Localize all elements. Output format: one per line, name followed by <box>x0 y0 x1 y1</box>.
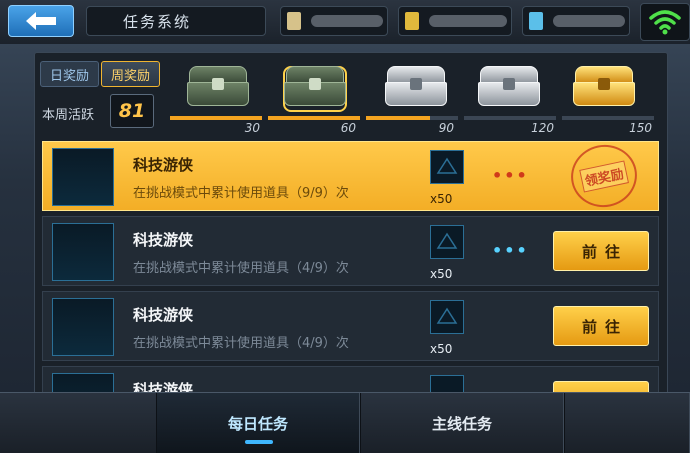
resource-slot-1[interactable] <box>280 6 388 36</box>
go-button[interactable]: 前往 <box>553 306 649 346</box>
chest-30[interactable] <box>183 62 253 112</box>
task-description: 在挑战模式中累计使用道具（4/9）次 <box>133 336 349 351</box>
progress-dots: ••• <box>492 166 529 185</box>
task-name: 科技游侠 <box>133 306 194 324</box>
task-row[interactable]: 科技游侠 前往 <box>42 366 659 394</box>
progress-dots: ••• <box>492 241 529 260</box>
task-description: 在挑战模式中累计使用道具（4/9）次 <box>133 261 349 276</box>
reward-item <box>430 300 464 334</box>
milestone-bar-fill <box>170 116 262 120</box>
task-description: 在挑战模式中累计使用道具（9/9）次 <box>133 186 349 201</box>
task-thumbnail <box>52 373 114 393</box>
task-name: 科技游侠 <box>133 231 194 249</box>
tab-label: 每日任务 <box>227 415 288 433</box>
resource-icon <box>529 12 543 30</box>
milestone-bar-track <box>464 116 556 120</box>
reward-tabs: 日奖励 周奖励 <box>40 61 162 89</box>
task-thumbnail <box>52 298 114 356</box>
resource-value-blurred <box>311 15 383 27</box>
milestone-value: 60 <box>340 121 356 135</box>
bottom-nav: 每日任务 主线任务 <box>0 392 690 453</box>
reward-item-icon <box>436 307 458 324</box>
reward-quantity: x50 <box>430 192 453 206</box>
task-row[interactable]: 科技游侠 在挑战模式中累计使用道具（9/9）次 x50 ••• 领奖励 <box>42 138 659 214</box>
go-button[interactable]: 前往 <box>553 231 649 271</box>
milestone-bar-track <box>562 116 654 120</box>
activity-value: 81 <box>110 94 154 128</box>
reward-item-icon <box>436 232 458 249</box>
activity-label: 本周活跃 <box>42 108 95 123</box>
chest-150[interactable] <box>569 62 639 112</box>
milestone-value: 90 <box>438 121 454 135</box>
tab-daily-reward[interactable]: 日奖励 <box>40 61 99 87</box>
active-tab-indicator <box>245 440 273 444</box>
back-arrow-icon <box>26 12 56 30</box>
task-name: 科技游侠 <box>133 156 194 174</box>
milestone-bar-fill <box>268 116 360 120</box>
resource-icon <box>287 12 301 30</box>
tab-empty <box>564 393 690 453</box>
chest-120[interactable] <box>474 62 544 112</box>
milestone-value: 30 <box>244 121 260 135</box>
claim-reward-label: 领奖励 <box>579 160 629 192</box>
milestone-value: 120 <box>531 121 554 135</box>
reward-item <box>430 225 464 259</box>
tab-daily-tasks[interactable]: 每日任务 <box>156 393 360 453</box>
chest-90[interactable] <box>381 62 451 112</box>
task-thumbnail <box>52 223 114 281</box>
signal-indicator <box>640 3 690 41</box>
resource-value-blurred <box>429 15 507 27</box>
resource-icon <box>405 12 419 30</box>
milestone-value: 150 <box>629 121 652 135</box>
resource-slot-2[interactable] <box>398 6 512 36</box>
resource-slot-3[interactable] <box>522 6 630 36</box>
resource-value-blurred <box>553 15 625 27</box>
back-button[interactable] <box>8 5 74 37</box>
tab-main-tasks[interactable]: 主线任务 <box>360 393 564 453</box>
reward-item <box>430 150 464 184</box>
claim-reward-stamp[interactable]: 领奖励 <box>565 138 643 214</box>
task-thumbnail <box>52 148 114 206</box>
chest-60[interactable] <box>280 62 350 112</box>
page-title: 任务系统 <box>86 6 266 36</box>
reward-quantity: x50 <box>430 342 453 356</box>
task-row[interactable]: 科技游侠 在挑战模式中累计使用道具（4/9）次 x50 前往 <box>42 291 659 361</box>
milestone-bar-fill <box>366 116 430 120</box>
reward-item-icon <box>436 157 458 174</box>
tab-label: 主线任务 <box>431 415 492 433</box>
wifi-icon <box>649 10 681 35</box>
reward-quantity: x50 <box>430 267 453 281</box>
tab-weekly-reward[interactable]: 周奖励 <box>101 61 160 87</box>
top-bar: 任务系统 <box>0 0 690 44</box>
task-row[interactable]: 科技游侠 在挑战模式中累计使用道具（4/9）次 x50 ••• 前往 <box>42 216 659 286</box>
